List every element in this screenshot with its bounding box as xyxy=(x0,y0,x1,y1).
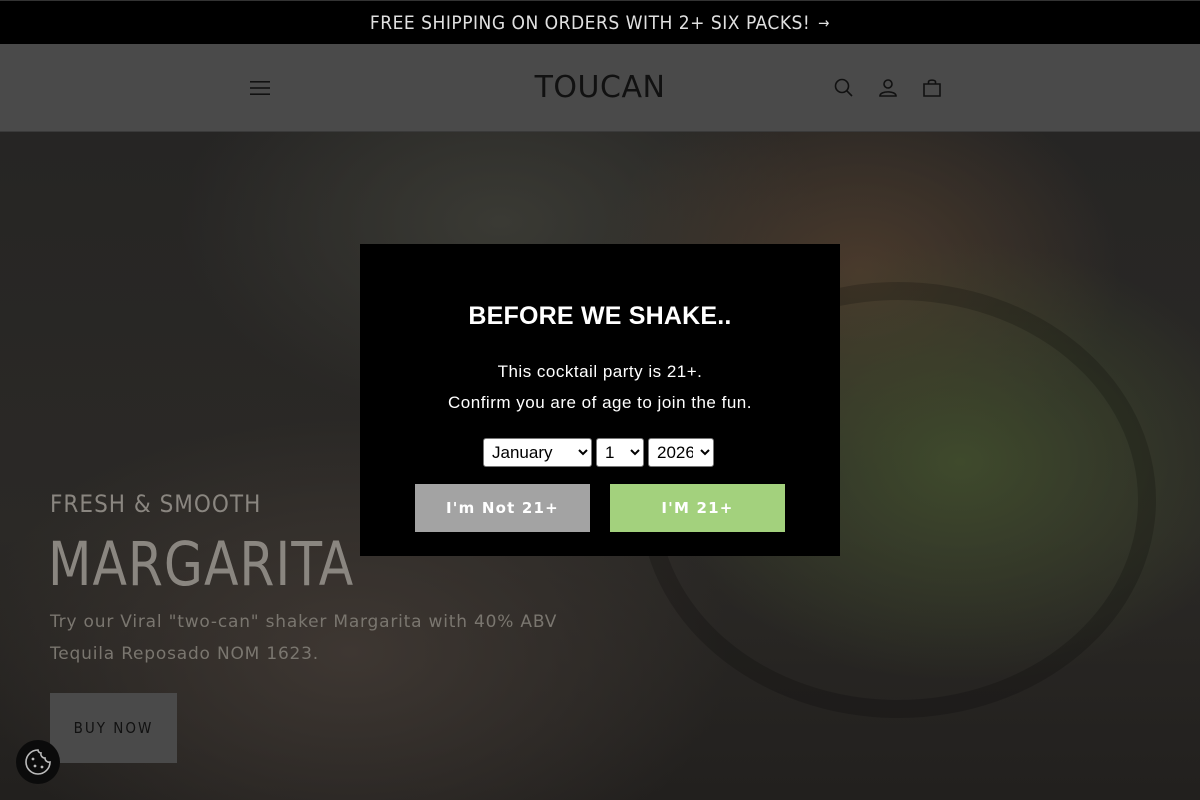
birth-day-select[interactable]: 1 xyxy=(596,438,644,467)
not-21-button[interactable]: I'm Not 21+ xyxy=(415,484,590,532)
hero-kicker: FRESH & SMOOTH xyxy=(50,490,262,518)
account-icon[interactable] xyxy=(876,76,900,100)
modal-title: BEFORE WE SHAKE.. xyxy=(468,302,732,330)
cookie-settings-button[interactable] xyxy=(16,740,60,784)
age-verification-modal: BEFORE WE SHAKE.. This cocktail party is… xyxy=(360,244,840,556)
buy-now-button[interactable]: BUY NOW xyxy=(50,693,177,763)
birth-month-select[interactable]: January xyxy=(483,438,592,467)
hero-title: MARGARITA xyxy=(48,530,355,601)
confirm-21-button[interactable]: I'M 21+ xyxy=(610,484,785,532)
site-logo[interactable]: TOUCAN xyxy=(0,70,1200,105)
hero-description: Try our Viral "two-can" shaker Margarita… xyxy=(50,612,558,664)
modal-message-line1: This cocktail party is 21+. xyxy=(497,362,703,381)
site-header: TOUCAN xyxy=(0,44,1200,132)
announcement-text: FREE SHIPPING ON ORDERS WITH 2+ SIX PACK… xyxy=(369,11,811,34)
birth-year-select[interactable]: 2026 xyxy=(648,438,714,467)
search-icon[interactable] xyxy=(832,76,856,100)
cart-icon[interactable] xyxy=(920,76,944,100)
cookie-icon xyxy=(25,749,51,775)
announcement-bar[interactable]: FREE SHIPPING ON ORDERS WITH 2+ SIX PACK… xyxy=(0,0,1200,44)
arrow-right-icon: → xyxy=(818,13,831,32)
modal-message-line2: Confirm you are of age to join the fun. xyxy=(448,393,752,412)
